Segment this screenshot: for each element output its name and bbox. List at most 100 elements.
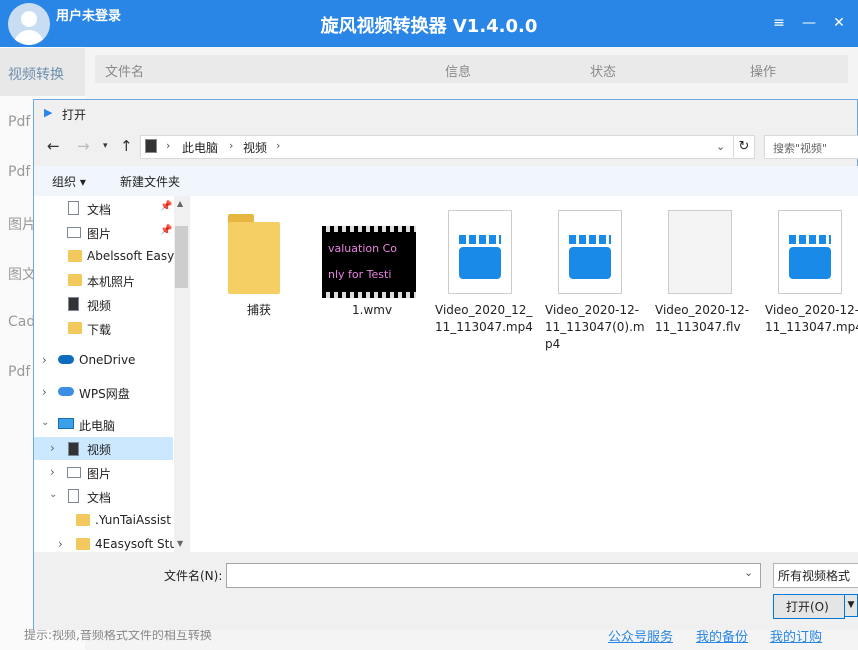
filename-input[interactable]: ⌄ — [226, 563, 761, 588]
folder-icon — [76, 514, 90, 526]
dialog-toolbar: 组织 ▾ 新建文件夹 — [34, 166, 858, 196]
column-filename: 文件名 — [105, 65, 145, 80]
scroll-up-icon[interactable]: ▲ — [177, 199, 183, 208]
filename-label: 文件名(N): — [164, 569, 223, 583]
open-split-chevron-icon[interactable]: ▼ — [844, 594, 858, 617]
nav-item-documents-pc[interactable]: 文档 — [87, 489, 111, 506]
menu-icon[interactable]: ≡ — [769, 14, 789, 32]
clapper-board-icon — [459, 247, 501, 279]
folder-icon — [76, 538, 90, 550]
nav-item-local-photos[interactable]: 本机照片 — [87, 273, 135, 290]
file-name[interactable]: 捕获 — [247, 302, 271, 319]
column-info: 信息 — [445, 65, 472, 80]
collapse-chevron-icon[interactable]: ⌄ — [49, 489, 57, 500]
breadcrumb-separator-icon: › — [166, 139, 171, 152]
folder-body — [228, 222, 280, 294]
collapse-chevron-icon[interactable]: ⌄ — [41, 417, 49, 428]
nav-item-abelssoft[interactable]: Abelssoft Easy — [87, 249, 174, 263]
wps-cloud-icon — [58, 387, 74, 396]
nav-item-downloads[interactable]: 下载 — [87, 321, 111, 338]
column-status: 状态 — [590, 65, 617, 80]
expand-chevron-icon[interactable]: › — [50, 441, 55, 455]
nav-item-documents[interactable]: 文档 — [87, 201, 111, 218]
sidebar-item-cad[interactable]: Cad — [8, 314, 35, 330]
open-button[interactable]: 打开(O) — [773, 594, 845, 619]
organize-button[interactable]: 组织 ▾ — [52, 173, 86, 190]
video-folder-icon — [145, 139, 157, 153]
clapper-board-icon — [569, 247, 611, 279]
video-file-icon[interactable] — [448, 210, 512, 294]
sidebar-item-pdf-2[interactable]: Pdf — [8, 164, 30, 180]
nav-item-onedrive[interactable]: OneDrive — [79, 353, 135, 367]
forward-arrow-icon[interactable]: → — [77, 137, 90, 155]
folder-icon — [68, 322, 82, 334]
file-type-filter[interactable]: 所有视频格式 — [773, 563, 858, 588]
nav-item-wps-drive[interactable]: WPS网盘 — [79, 385, 130, 402]
address-bar[interactable]: › 此电脑 › 视频 › ⌄ — [140, 135, 734, 159]
open-button-label: 打开(O) — [786, 600, 829, 614]
video-folder-icon — [68, 442, 79, 456]
file-type-filter-value: 所有视频格式 — [778, 569, 851, 583]
address-dropdown-chevron-icon[interactable]: ⌄ — [716, 140, 725, 153]
pin-icon[interactable]: 📌 — [160, 225, 172, 236]
filename-dropdown-chevron-icon[interactable]: ⌄ — [744, 566, 753, 579]
sidebar-item-pdf[interactable]: Pdf — [8, 114, 30, 130]
nav-item-yuntaiassist[interactable]: .YunTaiAssist — [95, 513, 171, 527]
file-list-area — [190, 196, 858, 552]
nav-item-pictures-pc[interactable]: 图片 — [87, 465, 111, 482]
document-icon — [68, 489, 79, 503]
folder-icon — [68, 250, 82, 262]
pictures-icon — [67, 467, 81, 478]
sidebar-item-image-text[interactable]: 图文 — [8, 264, 36, 284]
blank-file-icon[interactable] — [668, 210, 732, 294]
search-input[interactable]: 搜索"视频" — [764, 135, 858, 159]
sidebar-item-pdf-3[interactable]: Pdf — [8, 364, 30, 380]
breadcrumb-separator-icon: › — [229, 139, 234, 152]
file-name[interactable]: Video_2020-12- 11_113047.mp4 — [765, 302, 858, 336]
maximize-icon[interactable] — [802, 14, 822, 32]
new-folder-button[interactable]: 新建文件夹 — [120, 173, 180, 190]
breadcrumb-this-pc[interactable]: 此电脑 — [182, 139, 218, 156]
file-name[interactable]: 1.wmv — [352, 302, 392, 319]
column-actions: 操作 — [750, 65, 777, 80]
dialog-title: 打开 — [62, 108, 87, 122]
file-name[interactable]: Video_2020_12_ 11_113047.mp4 — [435, 302, 533, 336]
clapper-top-icon — [459, 235, 501, 244]
file-name[interactable]: Video_2020-12- 11_113047(0).m p4 — [545, 302, 645, 353]
sidebar-item-video-convert[interactable]: 视频转换 — [8, 64, 64, 84]
breadcrumb-video[interactable]: 视频 — [243, 139, 267, 156]
scroll-down-icon[interactable]: ▼ — [177, 539, 183, 548]
nav-item-videos[interactable]: 视频 — [87, 441, 111, 458]
nav-item-4easysoft[interactable]: 4Easysoft Stu — [95, 537, 177, 551]
up-arrow-icon[interactable]: ↑ — [120, 137, 133, 155]
app-title: 旋风视频转换器 V1.4.0.0 — [320, 16, 538, 37]
clapper-board-icon — [789, 247, 831, 279]
video-thumbnail-icon[interactable]: valuation Co nly for Testi — [322, 226, 416, 298]
document-icon — [68, 201, 79, 215]
refresh-icon[interactable]: ↻ — [733, 135, 755, 159]
expand-chevron-icon[interactable]: › — [42, 353, 47, 367]
pin-icon[interactable]: 📌 — [160, 201, 172, 212]
video-file-icon[interactable] — [778, 210, 842, 294]
thumbnail-text: nly for Testi — [328, 268, 392, 281]
back-arrow-icon[interactable]: ← — [47, 137, 60, 155]
breadcrumb-separator-icon: › — [276, 139, 281, 152]
file-table-header: 文件名 信息 状态 操作 — [95, 55, 848, 83]
film-strip-bottom — [322, 292, 416, 298]
thumbnail-text: valuation Co — [328, 242, 397, 255]
video-folder-icon — [68, 297, 79, 311]
nav-item-pictures[interactable]: 图片 — [87, 225, 111, 242]
video-file-icon[interactable] — [558, 210, 622, 294]
file-name[interactable]: Video_2020-12- 11_113047.flv — [655, 302, 749, 336]
close-icon[interactable]: ✕ — [829, 14, 849, 32]
nav-item-videos-quick[interactable]: 视频 — [87, 297, 111, 314]
file-item[interactable] — [228, 212, 288, 298]
nav-scrollbar-thumb[interactable] — [175, 226, 188, 288]
expand-chevron-icon[interactable]: › — [42, 385, 47, 399]
nav-item-this-pc[interactable]: 此电脑 — [79, 417, 115, 434]
sidebar-item-image[interactable]: 图片 — [8, 214, 36, 234]
dialog-app-icon: ▶ — [44, 106, 53, 119]
expand-chevron-icon[interactable]: › — [58, 537, 63, 551]
recent-locations-chevron-icon[interactable]: ▾ — [103, 141, 108, 151]
expand-chevron-icon[interactable]: › — [50, 465, 55, 479]
